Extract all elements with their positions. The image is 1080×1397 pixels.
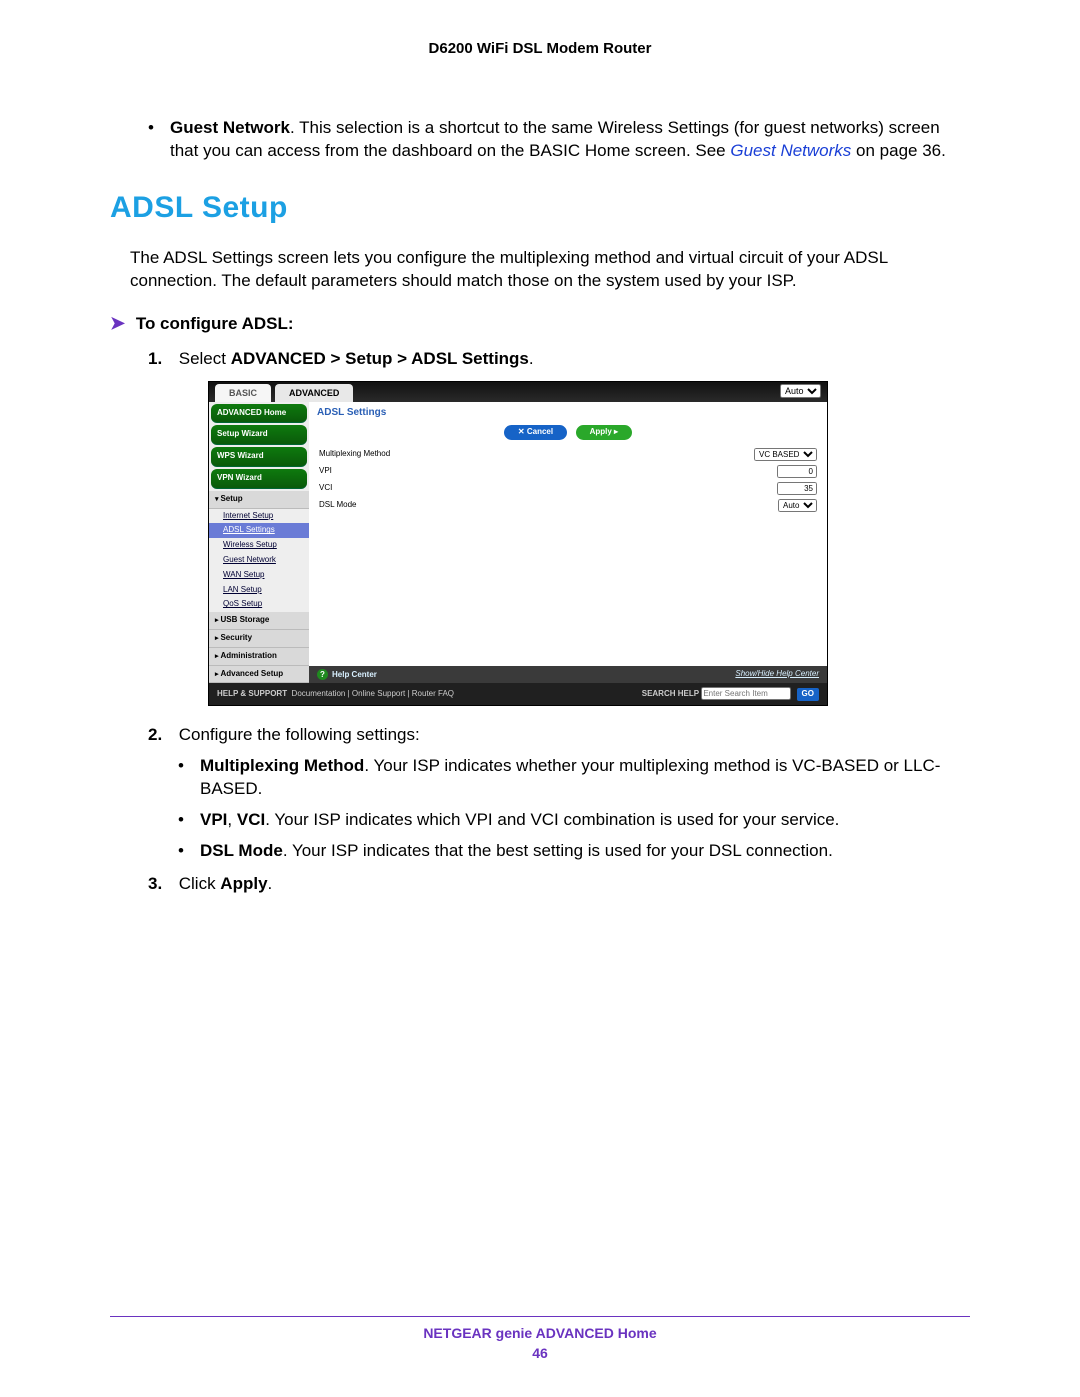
row-multiplexing-method: Multiplexing Method VC BASED <box>309 446 827 463</box>
sidebar-section-administration[interactable]: Administration <box>209 648 309 666</box>
bullet-1-label: Multiplexing Method <box>200 756 364 775</box>
footer-rule <box>110 1316 970 1317</box>
section-heading: ADSL Setup <box>110 191 970 225</box>
step-3-bold: Apply <box>220 874 267 893</box>
toggle-help-center[interactable]: Show/Hide Help Center <box>735 669 819 680</box>
task-label: To configure ADSL: <box>136 314 294 333</box>
label-multiplexing-method: Multiplexing Method <box>319 449 390 460</box>
cancel-button[interactable]: ✕ Cancel <box>504 425 567 440</box>
step-1-pre: Select <box>179 349 231 368</box>
step-2-bullet-2: VPI, VCI. Your ISP indicates which VPI a… <box>178 809 970 832</box>
bullet-2-label-vci: VCI <box>237 810 265 829</box>
sidebar-section-usb-storage[interactable]: USB Storage <box>209 612 309 630</box>
dsl-mode-select[interactable]: Auto <box>778 499 817 512</box>
step-2-number: 2. <box>148 724 174 747</box>
bullet-dot-icon: • <box>148 117 154 140</box>
sidebar-section-advanced-setup[interactable]: Advanced Setup <box>209 666 309 684</box>
label-vci: VCI <box>319 483 332 494</box>
multiplexing-method-select[interactable]: VC BASED <box>754 448 817 461</box>
help-center-label: Help Center <box>332 670 377 679</box>
row-vpi: VPI <box>309 463 827 480</box>
sidebar-item-qos-setup[interactable]: QoS Setup <box>209 597 309 612</box>
vci-input[interactable] <box>777 482 817 495</box>
page-footer: NETGEAR genie ADVANCED Home 46 <box>110 1316 970 1361</box>
sidebar-advanced-home[interactable]: ADVANCED Home <box>211 404 307 424</box>
search-help-label: SEARCH HELP <box>642 689 699 698</box>
intro-bullet-label: Guest Network <box>170 118 290 137</box>
router-ui-screenshot: BASIC ADVANCED Auto ADVANCED Home Setu <box>208 381 828 707</box>
step-2-bullet-1: Multiplexing Method. Your ISP indicates … <box>178 755 970 801</box>
sidebar-item-lan-setup[interactable]: LAN Setup <box>209 583 309 598</box>
tab-advanced[interactable]: ADVANCED <box>275 384 353 402</box>
help-center-bar: ? Help Center Show/Hide Help Center <box>309 666 827 684</box>
top-auto-select[interactable]: Auto <box>780 384 821 398</box>
sidebar-wps-wizard[interactable]: WPS Wizard <box>211 447 307 467</box>
search-help-input[interactable] <box>701 687 791 700</box>
help-support-label: HELP & SUPPORT <box>217 689 287 698</box>
guest-networks-link[interactable]: Guest Networks <box>730 141 851 160</box>
step-3-number: 3. <box>148 873 174 896</box>
sidebar-vpn-wizard[interactable]: VPN Wizard <box>211 469 307 489</box>
bullet-3-text: . Your ISP indicates that the best setti… <box>283 841 833 860</box>
bullet-2-text: . Your ISP indicates which VPI and VCI c… <box>265 810 839 829</box>
ui-footer-bar: HELP & SUPPORT Documentation | Online Su… <box>209 683 827 705</box>
sidebar-section-security[interactable]: Security <box>209 630 309 648</box>
panel-title: ADSL Settings <box>309 402 827 424</box>
section-paragraph: The ADSL Settings screen lets you config… <box>130 247 970 293</box>
row-dsl-mode: DSL Mode Auto <box>309 497 827 514</box>
tab-basic[interactable]: BASIC <box>215 384 271 402</box>
row-vci: VCI <box>309 480 827 497</box>
step-3-pre: Click <box>179 874 221 893</box>
step-3-post: . <box>268 874 273 893</box>
apply-button[interactable]: Apply ▸ <box>576 425 632 440</box>
sidebar-item-adsl-settings[interactable]: ADSL Settings <box>209 523 309 538</box>
sidebar-item-wan-setup[interactable]: WAN Setup <box>209 568 309 583</box>
step-1-number: 1. <box>148 348 174 371</box>
step-2: 2. Configure the following settings: Mul… <box>148 724 970 863</box>
label-vpi: VPI <box>319 466 332 477</box>
sidebar-item-internet-setup[interactable]: Internet Setup <box>209 509 309 524</box>
sidebar-item-wireless-setup[interactable]: Wireless Setup <box>209 538 309 553</box>
intro-bullet: • Guest Network. This selection is a sho… <box>170 117 970 163</box>
step-2-bullet-3: DSL Mode. Your ISP indicates that the be… <box>178 840 970 863</box>
sidebar-item-guest-network[interactable]: Guest Network <box>209 553 309 568</box>
intro-bullet-tail: on page 36. <box>851 141 946 160</box>
bullet-2-sep: , <box>227 810 236 829</box>
step-1-post: . <box>529 349 534 368</box>
ui-top-bar: BASIC ADVANCED Auto <box>209 382 827 402</box>
ui-sidebar: ADVANCED Home Setup Wizard WPS Wizard VP… <box>209 402 309 684</box>
label-dsl-mode: DSL Mode <box>319 500 357 511</box>
task-heading: ➤ To configure ADSL: <box>110 313 970 334</box>
bullet-2-label-vpi: VPI <box>200 810 227 829</box>
footer-title: NETGEAR genie ADVANCED Home <box>110 1325 970 1341</box>
sidebar-setup-wizard[interactable]: Setup Wizard <box>211 425 307 445</box>
chevron-right-icon: ➤ <box>110 313 125 333</box>
bullet-3-label: DSL Mode <box>200 841 283 860</box>
sidebar-section-setup[interactable]: Setup <box>209 491 309 509</box>
vpi-input[interactable] <box>777 465 817 478</box>
go-button[interactable]: GO <box>797 688 819 701</box>
step-1-bold: ADVANCED > Setup > ADSL Settings <box>231 349 529 368</box>
page-header: D6200 WiFi DSL Modem Router <box>110 40 970 57</box>
question-icon: ? <box>317 669 328 680</box>
step-2-text: Configure the following settings: <box>179 725 420 744</box>
step-3: 3. Click Apply. <box>148 873 970 896</box>
footer-page-number: 46 <box>110 1345 970 1361</box>
step-1: 1. Select ADVANCED > Setup > ADSL Settin… <box>148 348 970 706</box>
footer-links[interactable]: Documentation | Online Support | Router … <box>292 689 454 698</box>
